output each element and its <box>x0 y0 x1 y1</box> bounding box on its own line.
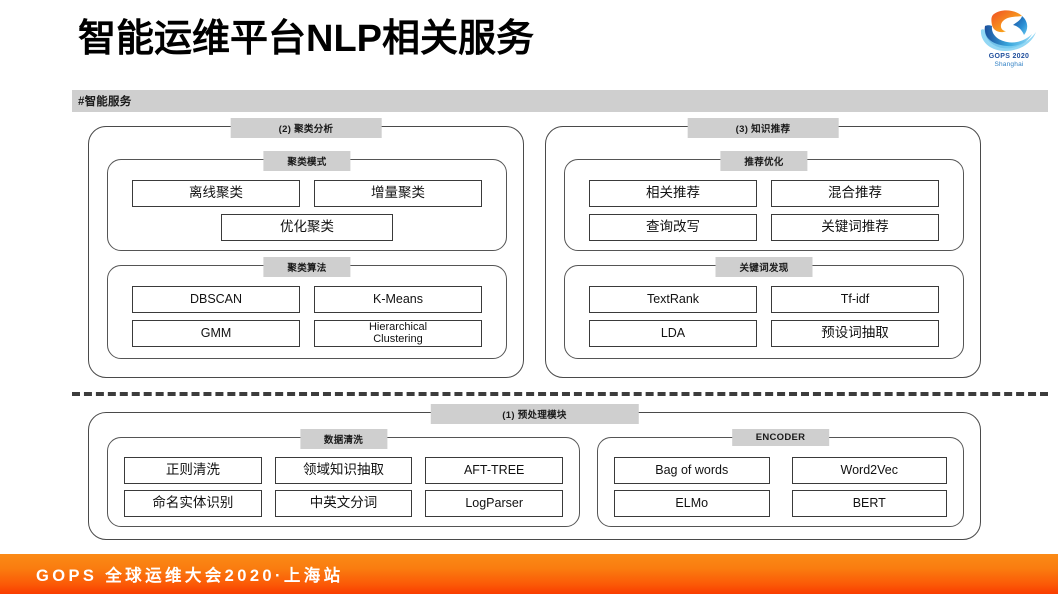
recommendation-optimization-items: 相关推荐 混合推荐 查询改写 关键词推荐 <box>565 180 963 241</box>
footer-text: GOPS 全球运维大会2020·上海站 <box>36 567 344 585</box>
clustering-modes-items: 离线聚类 增量聚类 优化聚类 <box>108 180 506 241</box>
clustering-algorithms-items: DBSCAN K-Means GMM Hierarchical Clusteri… <box>108 286 506 347</box>
keyword-discovery-items: TextRank Tf-idf LDA 预设词抽取 <box>565 286 963 347</box>
item-box[interactable]: Hierarchical Clustering <box>314 320 482 347</box>
item-box[interactable]: LDA <box>589 320 757 347</box>
panel-knowledge-label: (3) 知识推荐 <box>687 118 839 138</box>
item-box[interactable]: 增量聚类 <box>314 180 482 207</box>
gops-logo: GOPS 2020 Shanghai <box>972 4 1046 74</box>
panel-encoder-label: ENCODER <box>731 429 830 446</box>
item-box[interactable]: 离线聚类 <box>132 180 300 207</box>
panel-clustering-label: (2) 聚类分析 <box>230 118 382 138</box>
item-box[interactable]: 领域知识抽取 <box>274 457 413 484</box>
item-box[interactable]: TextRank <box>589 286 757 313</box>
panel-knowledge: (3) 知识推荐 推荐优化 相关推荐 混合推荐 查询改写 关键词推荐 关键词发现… <box>545 118 981 378</box>
panel-clustering-modes: 聚类模式 离线聚类 增量聚类 优化聚类 <box>107 151 507 251</box>
item-box[interactable]: 预设词抽取 <box>771 320 939 347</box>
panel-recommendation-optimization-label: 推荐优化 <box>720 151 808 171</box>
item-box[interactable]: 查询改写 <box>589 214 757 241</box>
item-box[interactable]: 混合推荐 <box>771 180 939 207</box>
item-box[interactable]: Tf-idf <box>771 286 939 313</box>
panel-recommendation-optimization: 推荐优化 相关推荐 混合推荐 查询改写 关键词推荐 <box>564 151 964 251</box>
gops-swirl-icon <box>980 10 1036 51</box>
data-cleaning-items: 正则清洗 领域知识抽取 AFT-TREE 命名实体识别 中英文分词 LogPar… <box>108 457 579 517</box>
item-box[interactable]: Word2Vec <box>791 457 947 484</box>
panel-preprocess-label: (1) 预处理模块 <box>430 404 639 424</box>
panel-clustering-modes-label: 聚类模式 <box>263 151 351 171</box>
gops-logo-brand: GOPS 2020 <box>988 53 1030 60</box>
gops-logo-mark <box>972 4 1046 52</box>
section-banner-label: #智能服务 <box>78 96 132 108</box>
encoder-items: Bag of words Word2Vec ELMo BERT <box>598 457 963 517</box>
panel-preprocess: (1) 预处理模块 数据清洗 正则清洗 领域知识抽取 AFT-TREE 命名实体… <box>88 404 981 540</box>
panel-keyword-discovery: 关键词发现 TextRank Tf-idf LDA 预设词抽取 <box>564 257 964 359</box>
item-box[interactable]: GMM <box>132 320 300 347</box>
item-box[interactable]: 正则清洗 <box>124 457 262 484</box>
item-box[interactable]: BERT <box>791 490 947 517</box>
section-banner: #智能服务 <box>72 90 1048 112</box>
section-divider <box>72 392 1048 396</box>
item-box[interactable]: 关键词推荐 <box>771 214 939 241</box>
gops-logo-city: Shanghai <box>994 61 1024 69</box>
item-box[interactable]: ELMo <box>614 490 770 517</box>
panel-clustering-algorithms-label: 聚类算法 <box>263 257 351 277</box>
panel-data-cleaning-label: 数据清洗 <box>299 429 388 449</box>
panel-clustering: (2) 聚类分析 聚类模式 离线聚类 增量聚类 优化聚类 聚类算法 DBSCAN… <box>88 118 524 378</box>
item-box[interactable]: LogParser <box>425 490 563 517</box>
item-box[interactable]: DBSCAN <box>132 286 300 313</box>
item-box[interactable]: Bag of words <box>614 457 770 484</box>
footer-bar: GOPS 全球运维大会2020·上海站 <box>0 554 1058 594</box>
slide-root: 智能运维平台NLP相关服务 GOPS 2020 Shanghai #智能服务 (… <box>0 0 1058 594</box>
panel-encoder: ENCODER Bag of words Word2Vec ELMo BERT <box>597 429 964 527</box>
item-box[interactable]: 相关推荐 <box>589 180 757 207</box>
panel-keyword-discovery-label: 关键词发现 <box>715 257 813 277</box>
item-box[interactable]: 优化聚类 <box>221 214 393 241</box>
item-box[interactable]: K-Means <box>314 286 482 313</box>
item-box[interactable]: 命名实体识别 <box>124 490 262 517</box>
page-title: 智能运维平台NLP相关服务 <box>78 18 535 60</box>
item-box[interactable]: AFT-TREE <box>425 457 563 484</box>
panel-clustering-algorithms: 聚类算法 DBSCAN K-Means GMM Hierarchical Clu… <box>107 257 507 359</box>
panel-data-cleaning: 数据清洗 正则清洗 领域知识抽取 AFT-TREE 命名实体识别 中英文分词 L… <box>107 429 580 527</box>
item-box[interactable]: 中英文分词 <box>274 490 413 517</box>
